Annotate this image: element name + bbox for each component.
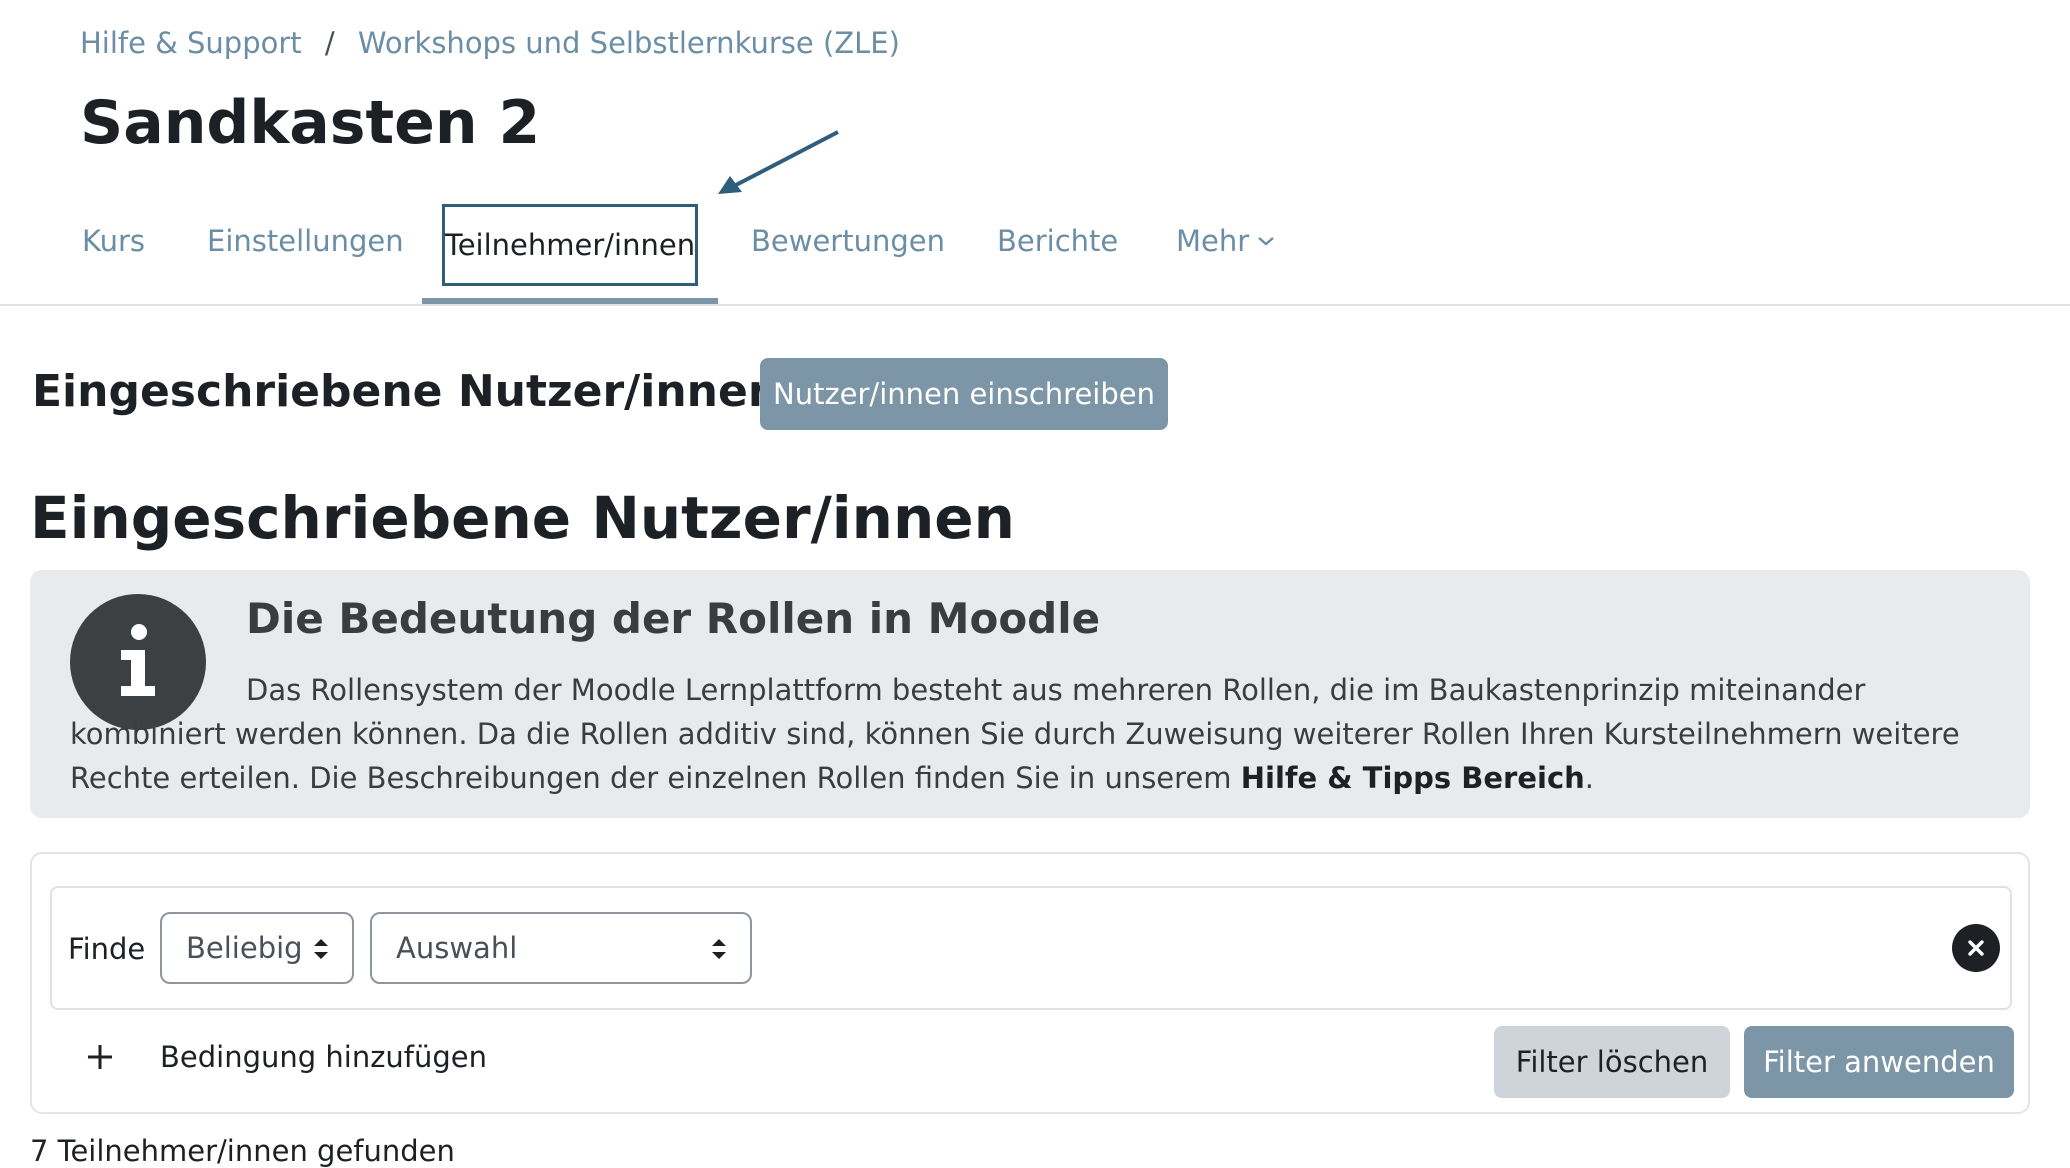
tab-mehr[interactable]: Mehr	[1176, 224, 1275, 258]
breadcrumb-item-workshops[interactable]: Workshops und Selbstlernkurse (ZLE)	[358, 26, 900, 60]
page-title: Sandkasten 2	[80, 88, 541, 158]
filter-type-select[interactable]: Auswahl	[370, 912, 752, 984]
info-end: .	[1584, 761, 1595, 795]
clear-filters-button[interactable]: Filter löschen	[1494, 1026, 1730, 1098]
close-icon	[1968, 940, 1984, 956]
remove-filter-row-button[interactable]	[1952, 924, 2000, 972]
tab-teilnehmer-label: Teilnehmer/innen	[444, 228, 696, 262]
section-heading: Eingeschriebene Nutzer/innen	[30, 484, 1015, 552]
tab-kurs[interactable]: Kurs	[82, 224, 145, 258]
plus-icon	[88, 1045, 112, 1069]
filter-row: Finde Beliebig Auswahl	[50, 886, 2012, 1010]
match-type-value: Beliebig	[186, 931, 303, 965]
select-caret-icon	[314, 939, 328, 959]
filter-panel: Finde Beliebig Auswahl Bedingung hinzufü…	[30, 852, 2030, 1114]
annotation-arrow-icon	[718, 130, 839, 194]
tab-einstellungen[interactable]: Einstellungen	[207, 224, 404, 258]
tab-teilnehmer[interactable]: Teilnehmer/innen	[442, 204, 698, 286]
info-body: Das Rollensystem der Moodle Lernplattfor…	[70, 673, 1960, 795]
active-tab-indicator	[422, 298, 718, 304]
add-condition-button[interactable]: Bedingung hinzufügen	[86, 1040, 487, 1074]
apply-filters-button[interactable]: Filter anwenden	[1744, 1026, 2014, 1098]
match-type-select[interactable]: Beliebig	[160, 912, 354, 984]
tab-berichte[interactable]: Berichte	[997, 224, 1118, 258]
tab-bewertungen[interactable]: Bewertungen	[751, 224, 945, 258]
help-tips-link[interactable]: Hilfe & Tipps Bereich	[1241, 761, 1585, 795]
tab-mehr-label: Mehr	[1176, 224, 1250, 258]
info-title: Die Bedeutung der Rollen in Moodle	[246, 594, 1101, 643]
find-label: Finde	[68, 932, 146, 966]
breadcrumb-item-help[interactable]: Hilfe & Support	[80, 26, 302, 60]
info-callout: Die Bedeutung der Rollen in Moodle Das R…	[30, 570, 2030, 818]
enrol-users-button[interactable]: Nutzer/innen einschreiben	[760, 358, 1168, 430]
breadcrumb: Hilfe & Support / Workshops und Selbstle…	[80, 26, 900, 60]
participants-page-selector[interactable]: Eingeschriebene Nutzer/innen	[32, 366, 815, 417]
participants-count: 7 Teilnehmer/innen gefunden	[30, 1134, 455, 1168]
course-nav-tabs: Kurs Einstellungen Teilnehmer/innen Bewe…	[0, 200, 2070, 306]
filter-type-value: Auswahl	[396, 931, 518, 965]
breadcrumb-separator: /	[324, 26, 335, 60]
add-condition-label: Bedingung hinzufügen	[160, 1040, 488, 1074]
select-caret-icon	[712, 939, 726, 959]
info-text: Das Rollensystem der Moodle Lernplattfor…	[70, 668, 2000, 800]
chevron-down-icon	[1258, 237, 1274, 246]
participants-page-selector-label: Eingeschriebene Nutzer/innen	[32, 366, 780, 417]
